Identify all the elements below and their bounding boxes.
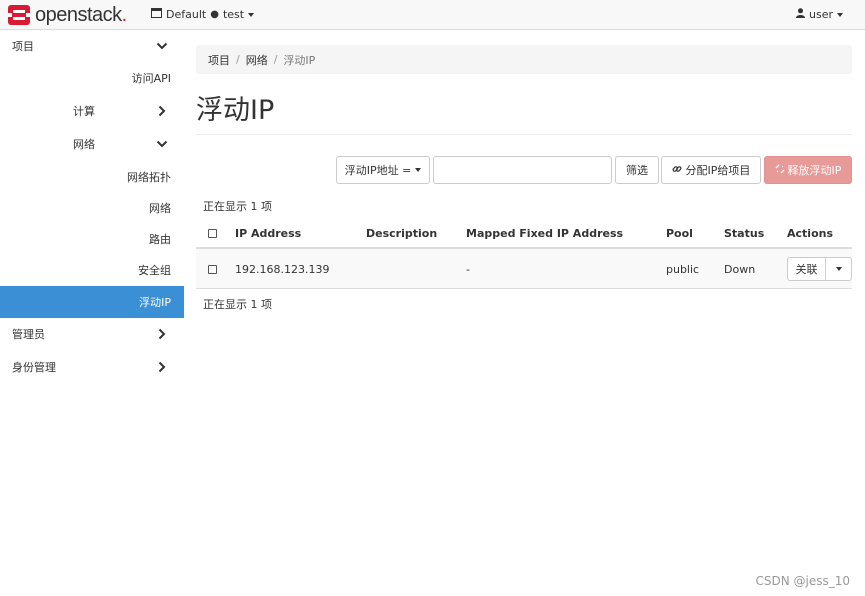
link-icon [672,164,682,177]
row-checkbox[interactable] [208,265,217,274]
sidebar-item-floating-ips[interactable]: 浮动IP [0,286,184,318]
chevron-right-icon [158,361,166,373]
row-actions-dropdown-toggle[interactable] [826,257,852,281]
select-all-checkbox[interactable] [208,229,217,238]
sidebar-item-label: 安全组 [138,264,171,277]
brand-logo-link[interactable]: openstack. [8,4,127,26]
page-title: 浮动IP [196,95,275,126]
project-bullet-icon: ● [210,9,219,20]
chevron-down-icon [156,140,168,148]
caret-down-icon [415,168,422,172]
associate-button[interactable]: 关联 [787,257,826,281]
sidebar-item-label: 项目 [12,40,34,53]
watermark: CSDN @jess_10 [755,574,850,588]
filter-button[interactable]: 筛选 [615,156,659,184]
sidebar-item-compute[interactable]: 计算 [0,96,184,126]
breadcrumb-current: 浮动IP [283,53,316,67]
domain-name: Default [166,8,207,21]
breadcrumb-item-project[interactable]: 项目 [208,52,230,68]
sidebar-item-label: 网络拓扑 [127,171,171,184]
sidebar: 项目 访问API 计算 网络 网络拓扑 网络 路由 安全组 浮动IP 管理员 身… [0,31,184,596]
breadcrumb-item-network[interactable]: 网络 [246,52,268,68]
sidebar-item-label: 网络 [73,138,95,151]
filter-field-select[interactable]: 浮动IP地址 = [336,156,430,184]
chevron-down-icon [156,42,168,50]
top-navbar: openstack. Default ● test user [0,0,865,30]
chevron-right-icon [158,105,166,117]
project-context-dropdown[interactable]: Default ● test [151,8,255,21]
cell-status: Down [724,263,756,276]
breadcrumb-separator: / [273,53,278,66]
sidebar-item-label: 计算 [73,105,95,118]
chevron-right-icon [158,328,166,340]
sidebar-item-label: 身份管理 [12,361,56,374]
filter-input[interactable] [433,156,612,184]
openstack-logo-icon [8,5,30,25]
sidebar-item-routers[interactable]: 路由 [0,224,184,254]
cell-mapped-ip: - [466,263,470,276]
column-header-actions: Actions [787,227,833,240]
caret-down-icon [837,12,843,17]
sidebar-item-access-api[interactable]: 访问API [0,63,184,93]
column-header-mapped-ip[interactable]: Mapped Fixed IP Address [466,227,623,240]
title-divider [196,134,852,135]
table-row: 192.168.123.139 - public Down 关联 [196,249,852,289]
sidebar-item-project[interactable]: 项目 [0,31,184,61]
sidebar-item-security-groups[interactable]: 安全组 [0,255,184,285]
sidebar-item-label: 访问API [131,72,171,85]
brand-name: openstack. [35,4,127,26]
allocate-ip-label: 分配IP给项目 [685,164,751,177]
sidebar-item-label: 浮动IP [139,296,171,309]
column-header-description[interactable]: Description [366,227,437,240]
item-count-bottom: 正在显示 1 项 [203,298,272,311]
sidebar-item-identity[interactable]: 身份管理 [0,352,184,382]
user-menu[interactable]: user [796,8,843,21]
domain-icon [151,8,162,21]
caret-down-icon [835,267,842,271]
row-action-group: 关联 [787,257,852,281]
breadcrumb-separator: / [236,53,240,66]
release-ip-label: 释放浮动IP [787,164,842,177]
breadcrumb: 项目 / 网络 / 浮动IP [196,45,852,74]
column-header-pool[interactable]: Pool [666,227,693,240]
sidebar-item-network-topology[interactable]: 网络拓扑 [0,162,184,192]
filter-button-label: 筛选 [626,164,648,177]
cell-ip: 192.168.123.139 [235,263,330,276]
sidebar-item-label: 路由 [149,233,171,246]
column-header-status[interactable]: Status [724,227,764,240]
allocate-ip-button[interactable]: 分配IP给项目 [661,156,761,184]
caret-down-icon [248,12,255,17]
column-header-ip[interactable]: IP Address [235,227,301,240]
sidebar-item-label: 管理员 [12,328,45,341]
cell-pool: public [666,263,700,276]
sidebar-item-networks[interactable]: 网络 [0,193,184,223]
unlink-icon [775,164,785,177]
user-icon [796,8,805,21]
sidebar-item-label: 网络 [149,202,171,215]
user-name: user [809,8,833,21]
table-header: IP Address Description Mapped Fixed IP A… [196,219,852,249]
filter-field-label: 浮动IP地址 = [344,164,412,177]
sidebar-item-admin[interactable]: 管理员 [0,319,184,349]
release-ip-button[interactable]: 释放浮动IP [764,156,852,184]
project-name: test [222,8,245,21]
sidebar-item-network[interactable]: 网络 [0,129,184,159]
item-count-top: 正在显示 1 项 [203,200,272,213]
